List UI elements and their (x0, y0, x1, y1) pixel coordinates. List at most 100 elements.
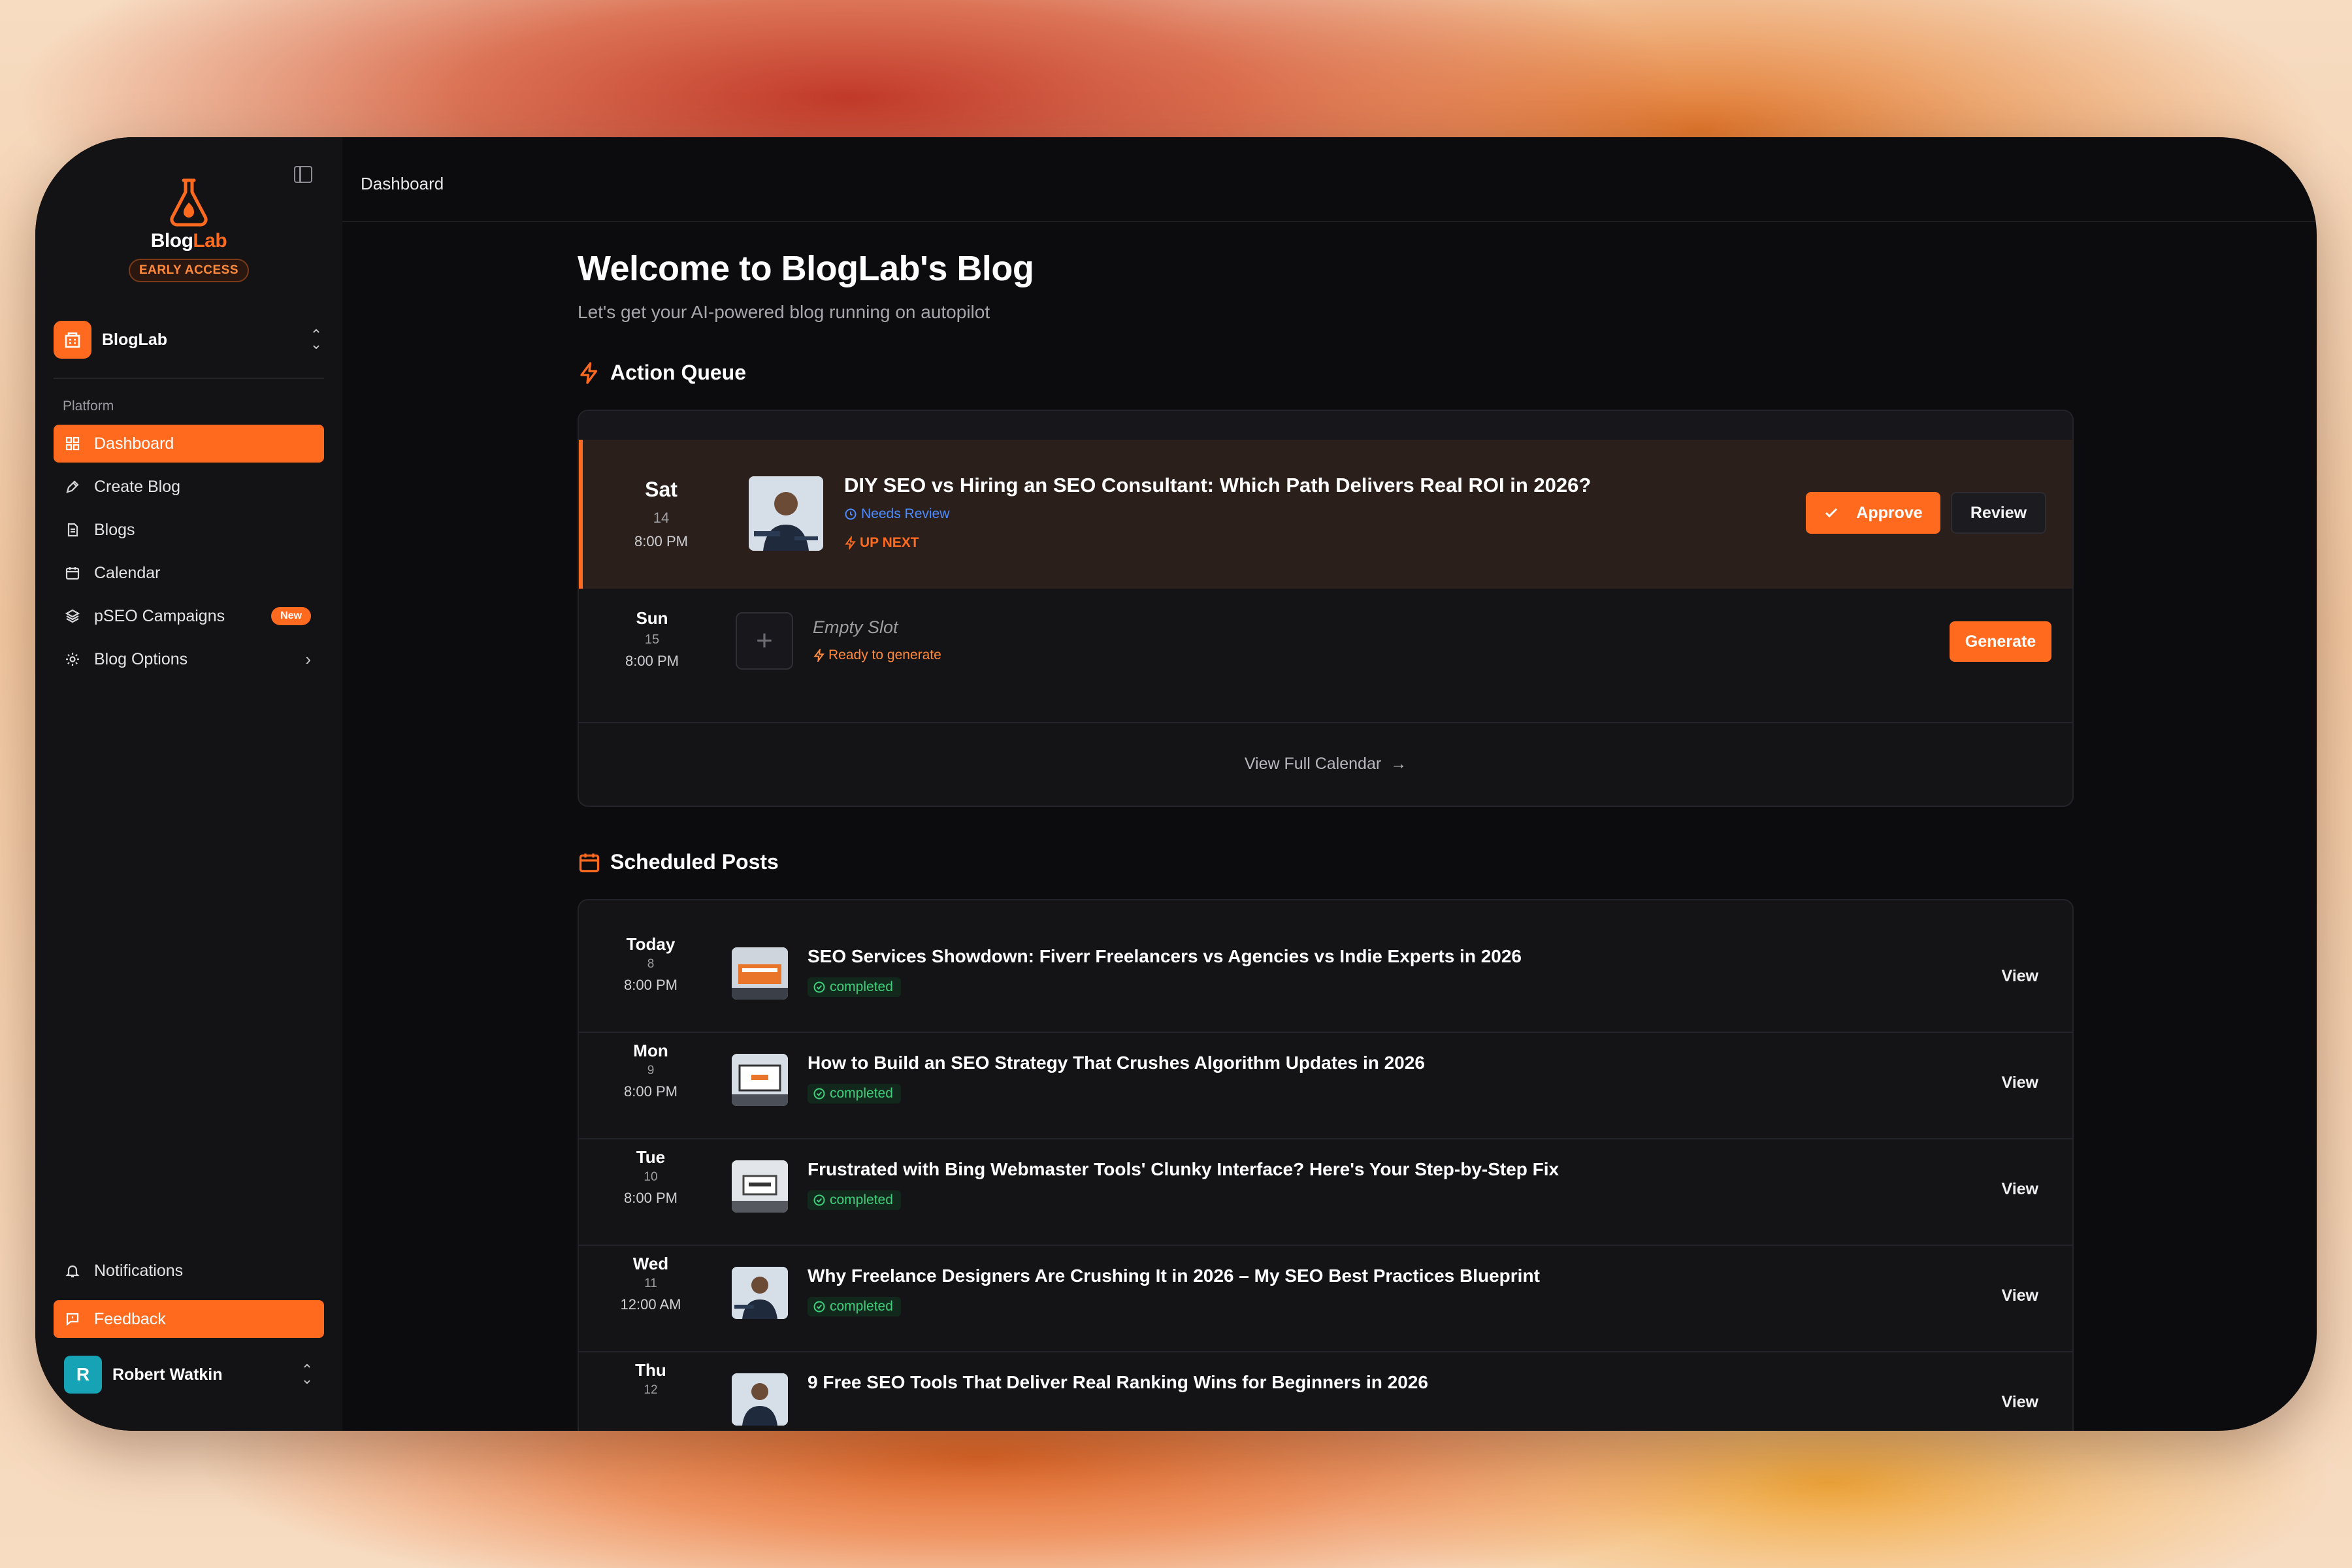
post-thumbnail[interactable] (732, 947, 788, 1000)
chevron-updown-icon: ⌃ ⌄ (301, 1362, 314, 1387)
view-button[interactable]: View (2001, 967, 2038, 986)
status-badge: completed (808, 1297, 901, 1316)
sidebar-item-dashboard[interactable]: Dashboard (54, 425, 324, 463)
bell-icon (63, 1261, 82, 1281)
post-thumbnail[interactable] (732, 1267, 788, 1319)
top-bar: Dashboard (342, 137, 2317, 222)
status-badge: completed (808, 977, 901, 997)
table-row: Today 8 8:00 PM SEO Services Showdown: F… (579, 926, 2072, 1033)
generate-button[interactable]: Generate (1950, 621, 2051, 662)
add-slot-button[interactable]: + (736, 612, 793, 670)
document-icon (63, 520, 82, 540)
early-access-badge: EARLY ACCESS (128, 259, 250, 282)
breadcrumb[interactable]: Dashboard (361, 174, 444, 194)
post-thumbnail[interactable] (749, 476, 823, 551)
sidebar-item-blog-options[interactable]: Blog Options › (54, 640, 324, 678)
table-row: Thu 12 9 Free SEO Tools That Deliver Rea… (579, 1352, 2072, 1431)
page-title: Welcome to BlogLab's Blog (578, 249, 1034, 288)
chevron-updown-icon: ⌃ ⌄ (310, 327, 323, 352)
scheduled-posts-card: Today 8 8:00 PM SEO Services Showdown: F… (578, 899, 2074, 1431)
action-queue-card-header (579, 411, 2072, 440)
notifications-nav: Notifications (54, 1252, 324, 1295)
slot-date: Thu 12 (635, 1360, 666, 1397)
sidebar-toggle-icon[interactable] (294, 166, 312, 183)
arrow-right-icon: → (1390, 754, 1407, 773)
flask-logo-icon (170, 178, 208, 227)
post-title[interactable]: Frustrated with Bing Webmaster Tools' Cl… (808, 1159, 1559, 1180)
message-icon (63, 1309, 82, 1329)
calendar-icon (579, 853, 600, 872)
pen-icon (63, 477, 82, 497)
post-title[interactable]: DIY SEO vs Hiring an SEO Consultant: Whi… (844, 474, 1591, 497)
sidebar-item-pseo-campaigns[interactable]: pSEO Campaigns New (54, 597, 324, 635)
gear-icon (63, 649, 82, 669)
status-badge: completed (808, 1190, 901, 1210)
chevron-right-icon: › (305, 649, 311, 669)
post-thumbnail[interactable] (732, 1160, 788, 1213)
view-button[interactable]: View (2001, 1073, 2038, 1092)
main-content: Welcome to BlogLab's Blog Let's get your… (578, 248, 2074, 1431)
slot-date: Sun 15 8:00 PM (625, 608, 679, 669)
view-button[interactable]: View (2001, 1393, 2038, 1412)
slot-date: Sat 14 8:00 PM (634, 478, 688, 549)
action-queue-heading: Action Queue (578, 361, 2074, 385)
sidebar-section-label: Platform (63, 399, 114, 414)
table-row: Mon 9 8:00 PM How to Build an SEO Strate… (579, 1033, 2072, 1139)
check-icon (1825, 508, 1838, 518)
empty-slot-label: Empty Slot (813, 617, 898, 637)
check-circle-icon (813, 981, 825, 993)
user-name: Robert Watkin (112, 1365, 223, 1384)
view-button[interactable]: View (2001, 1286, 2038, 1305)
clock-icon (845, 508, 857, 520)
post-title[interactable]: Why Freelance Designers Are Crushing It … (808, 1266, 1540, 1286)
action-queue-item-empty: Sun 15 8:00 PM + Empty Slot Ready to gen… (579, 589, 2072, 723)
view-button[interactable]: View (2001, 1180, 2038, 1199)
layers-icon (63, 606, 82, 626)
sidebar-item-calendar[interactable]: Calendar (54, 554, 324, 592)
workspace-name: BlogLab (102, 330, 167, 349)
logo: BlogLab EARLY ACCESS (35, 176, 342, 282)
lightning-icon (580, 361, 598, 384)
workspace-switcher[interactable]: BlogLab ⌃ ⌄ (54, 319, 324, 361)
sidebar-nav: Dashboard Create Blog Blogs Calendar pSE… (54, 425, 324, 683)
ready-status: Ready to generate (813, 647, 941, 663)
workspace-icon (54, 321, 91, 359)
sidebar-item-notifications[interactable]: Notifications (54, 1252, 324, 1290)
check-circle-icon (813, 1194, 825, 1206)
view-full-calendar-link[interactable]: View Full Calendar → (579, 723, 2072, 804)
table-row: Tue 10 8:00 PM Frustrated with Bing Webm… (579, 1139, 2072, 1246)
lightning-icon (813, 649, 825, 662)
post-title[interactable]: SEO Services Showdown: Fiverr Freelancer… (808, 946, 1522, 967)
user-menu[interactable]: R Robert Watkin ⌃ ⌄ (54, 1354, 324, 1396)
approve-button[interactable]: Approve (1806, 492, 1940, 534)
feedback-nav: Feedback (54, 1300, 324, 1343)
sidebar-item-create-blog[interactable]: Create Blog (54, 468, 324, 506)
scheduled-posts-heading: Scheduled Posts (578, 850, 2074, 874)
action-queue-card: Sat 14 8:00 PM DIY SEO vs Hiring an SEO … (578, 410, 2074, 807)
slot-date: Tue 10 8:00 PM (624, 1147, 678, 1206)
sidebar: BlogLab EARLY ACCESS BlogLab ⌃ ⌄ Platform… (35, 137, 342, 1431)
brand-name: BlogLab (150, 230, 227, 252)
post-title[interactable]: 9 Free SEO Tools That Deliver Real Ranki… (808, 1372, 1428, 1393)
grid-icon (63, 434, 82, 453)
avatar: R (64, 1356, 102, 1394)
check-circle-icon (813, 1301, 825, 1313)
needs-review-status: Needs Review (844, 506, 949, 522)
lightning-icon (845, 536, 856, 549)
post-title[interactable]: How to Build an SEO Strategy That Crushe… (808, 1053, 1425, 1073)
new-badge: New (271, 607, 311, 625)
review-button[interactable]: Review (1951, 492, 2046, 534)
table-row: Wed 11 12:00 AM Why Freelance Designers … (579, 1246, 2072, 1352)
scheduled-posts-card-header (579, 900, 2072, 926)
page-subtitle: Let's get your AI-powered blog running o… (578, 302, 990, 322)
feedback-button[interactable]: Feedback (54, 1300, 324, 1338)
slot-date: Today 8 8:00 PM (624, 934, 678, 993)
sidebar-item-blogs[interactable]: Blogs (54, 511, 324, 549)
calendar-icon (63, 563, 82, 583)
post-thumbnail[interactable] (732, 1054, 788, 1106)
check-circle-icon (813, 1088, 825, 1100)
slot-date: Wed 11 12:00 AM (620, 1254, 681, 1313)
plus-icon: + (756, 625, 773, 657)
action-queue-item-upnext: Sat 14 8:00 PM DIY SEO vs Hiring an SEO … (579, 440, 2072, 589)
post-thumbnail[interactable] (732, 1373, 788, 1426)
